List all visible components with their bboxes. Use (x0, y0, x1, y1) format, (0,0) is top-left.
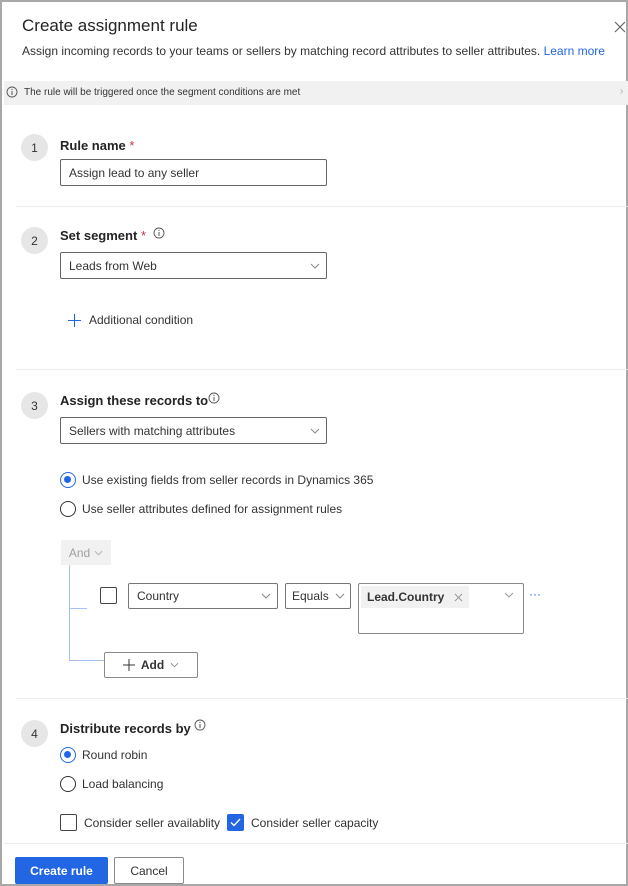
subtitle-text: Assign incoming records to your teams or… (22, 44, 541, 58)
additional-condition-button[interactable]: Additional condition (68, 313, 193, 327)
chevron-down-icon (310, 263, 320, 269)
rule-name-label-text: Rule name (60, 138, 126, 153)
segment-label-text: Set segment (60, 228, 138, 243)
radio-label: Use seller attributes defined for assign… (82, 502, 343, 516)
additional-condition-label: Additional condition (89, 313, 194, 327)
field-dropdown[interactable]: Country (128, 583, 278, 609)
comparator-selected-value: Equals (292, 589, 329, 603)
chevron-down-icon (261, 593, 271, 599)
info-icon (6, 86, 18, 98)
info-icon[interactable] (153, 227, 165, 239)
assign-to-dropdown[interactable]: Sellers with matching attributes (60, 417, 327, 444)
radio-button-selected[interactable] (60, 747, 76, 763)
segment-selected-value: Leads from Web (69, 258, 157, 273)
comparator-dropdown[interactable]: Equals (285, 583, 351, 609)
radio-existing-fields[interactable]: Use existing fields from seller records … (60, 472, 373, 488)
radio-seller-attributes[interactable]: Use seller attributes defined for assign… (60, 501, 342, 517)
field-selected-value: Country (137, 589, 180, 603)
chevron-down-icon (94, 550, 103, 555)
radio-round-robin[interactable]: Round robin (60, 747, 147, 763)
panel-title: Create assignment rule (22, 16, 198, 35)
divider (16, 369, 628, 370)
checkbox-label: Consider seller capacity (251, 815, 379, 830)
value-chip-label: Lead.Country (367, 590, 445, 604)
radio-load-balancing[interactable]: Load balancing (60, 776, 163, 792)
radio-label: Load balancing (82, 777, 164, 791)
learn-more-link[interactable]: Learn more (544, 44, 605, 58)
create-assignment-rule-panel: Create assignment rule Assign incoming r… (0, 0, 628, 886)
checkbox-seller-capacity[interactable]: Consider seller capacity (227, 814, 378, 831)
and-operator-dropdown[interactable]: And (61, 540, 111, 565)
assign-to-label: Assign these records to (60, 393, 209, 408)
radio-label: Use existing fields from seller records … (82, 473, 374, 487)
add-label: Add (140, 658, 165, 672)
radio-label: Round robin (82, 748, 148, 762)
chevron-down-icon (335, 593, 345, 599)
assign-to-selected-value: Sellers with matching attributes (69, 423, 236, 438)
checkbox-checked[interactable] (227, 814, 244, 831)
radio-button[interactable] (60, 776, 76, 792)
checkbox-seller-availability[interactable]: Consider seller availablity (60, 814, 220, 831)
step-1-badge: 1 (21, 134, 48, 161)
info-icon[interactable] (208, 392, 220, 404)
condition-row-checkbox[interactable] (100, 587, 117, 604)
close-icon[interactable] (613, 20, 627, 34)
chevron-down-icon (170, 662, 179, 668)
rule-name-value: Assign lead to any seller (69, 165, 200, 180)
tree-connector (69, 565, 70, 661)
segment-label: Set segment * (60, 228, 146, 243)
tree-connector (69, 660, 104, 661)
divider (16, 698, 628, 699)
checkbox[interactable] (60, 814, 77, 831)
banner-expand-icon[interactable]: › (620, 86, 623, 97)
and-operator-label: And (68, 545, 91, 560)
add-condition-button[interactable]: Add (104, 652, 198, 678)
radio-button[interactable] (60, 501, 76, 517)
checkmark-icon (230, 818, 241, 827)
cancel-button[interactable]: Cancel (114, 857, 184, 884)
plus-icon (68, 313, 81, 327)
tree-connector (69, 608, 87, 609)
panel-subtitle: Assign incoming records to your teams or… (22, 44, 605, 58)
chevron-down-icon (310, 428, 320, 434)
checkbox-label: Consider seller availablity (84, 815, 221, 830)
value-chip: Lead.Country (361, 586, 469, 608)
plus-icon (122, 659, 135, 671)
info-icon[interactable] (194, 719, 206, 731)
step-2-badge: 2 (21, 227, 48, 254)
segment-dropdown[interactable]: Leads from Web (60, 252, 327, 279)
chevron-down-icon[interactable] (504, 592, 514, 598)
required-mark: * (140, 228, 146, 243)
create-rule-button[interactable]: Create rule (15, 857, 108, 884)
radio-button-selected[interactable] (60, 472, 76, 488)
more-options-icon[interactable]: ··· (529, 587, 541, 601)
step-4-badge: 4 (21, 720, 48, 747)
step-3-badge: 3 (21, 392, 48, 419)
banner-text: The rule will be triggered once the segm… (24, 87, 301, 98)
divider (4, 843, 628, 844)
distribute-label: Distribute records by (60, 721, 191, 736)
required-mark: * (129, 138, 135, 153)
remove-icon[interactable] (454, 593, 463, 602)
divider (16, 206, 628, 207)
rule-name-input[interactable]: Assign lead to any seller (60, 159, 327, 186)
rule-name-label: Rule name * (60, 138, 134, 153)
